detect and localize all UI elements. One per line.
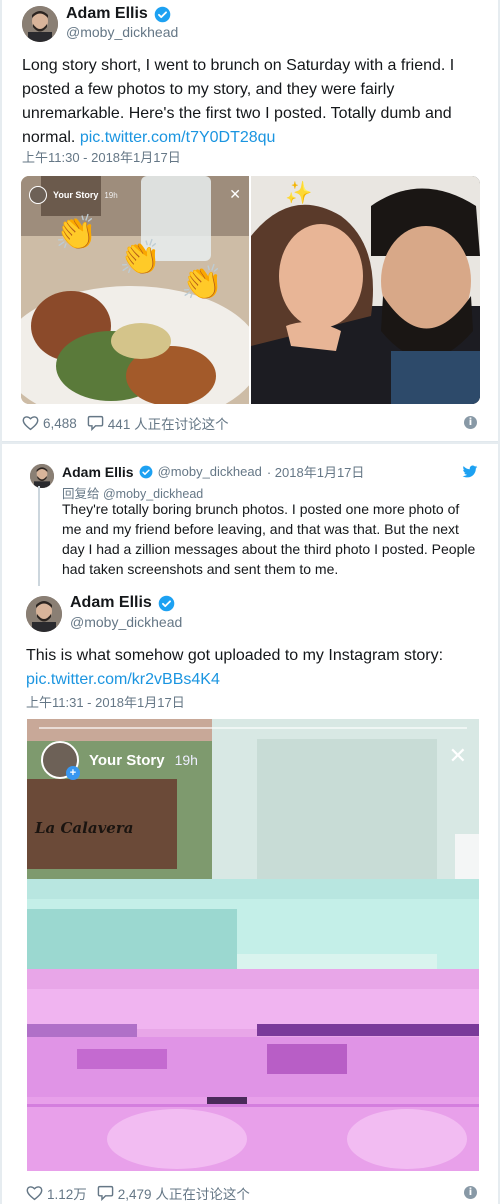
story-time: 19h <box>174 752 198 768</box>
sparkle-emoji: ✨ <box>285 180 313 205</box>
add-story-icon: + <box>66 766 80 780</box>
quoted-link[interactable]: pic.twitter.com/kr2vBBs4K4 <box>26 671 220 688</box>
verified-badge-icon <box>154 6 171 22</box>
like-button[interactable]: 1.12万 <box>26 1183 87 1203</box>
reply-text: They're totally boring brunch photos. I … <box>62 501 476 577</box>
quoted-author-handle[interactable]: @moby_dickhead <box>70 614 182 630</box>
tweet-timestamp[interactable]: 上午11:30 - 2018年1月17日 <box>22 147 181 166</box>
verified-badge-icon <box>139 465 153 478</box>
quoted-text: This is what somehow got uploaded to my … <box>26 644 480 692</box>
story-label: Your Story <box>53 190 99 200</box>
like-count: 6,488 <box>43 415 77 431</box>
speech-bubble-icon <box>97 1185 114 1201</box>
reply-author-handle[interactable]: @moby_dickhead <box>158 464 262 479</box>
like-button[interactable]: 6,488 <box>22 415 77 431</box>
author-name[interactable]: Adam Ellis <box>66 5 148 23</box>
avatar[interactable] <box>22 6 58 42</box>
verified-badge-icon <box>158 595 175 611</box>
sign-text: La Calavera <box>35 819 134 837</box>
selfie-photo[interactable]: ✨ <box>251 176 480 404</box>
brunch-photo[interactable]: Your Story 19h ✕ 👏 👏 👏 <box>21 176 249 404</box>
glitched-story-image[interactable]: + Your Story 19h ✕ La Calavera <box>27 719 479 1171</box>
selfie-image <box>251 176 480 404</box>
tweet-actions: 6,488 441 人正在讨论这个 <box>22 413 239 433</box>
reply-date[interactable]: · 2018年1月17日 <box>267 462 365 481</box>
reply-count: 441 人正在讨论这个 <box>107 417 229 432</box>
heart-icon <box>26 1186 43 1201</box>
info-icon[interactable]: i <box>464 416 477 429</box>
tweet-link[interactable]: pic.twitter.com/t7Y0DT28qu <box>80 129 276 146</box>
heart-icon <box>22 416 39 431</box>
quoted-body: This is what somehow got uploaded to my … <box>26 647 444 664</box>
photo-grid: Your Story 19h ✕ 👏 👏 👏 ✨ <box>21 176 480 404</box>
reply-button[interactable]: 2,479 人正在讨论这个 <box>97 1183 250 1203</box>
twitter-bird-icon[interactable] <box>462 465 478 479</box>
quoted-author-name[interactable]: Adam Ellis <box>70 594 152 612</box>
reply-avatar[interactable] <box>30 464 54 488</box>
quoted-avatar[interactable] <box>26 596 62 632</box>
story-label: Your Story <box>89 751 165 769</box>
speech-bubble-icon <box>87 415 104 431</box>
quoted-actions: 1.12万 2,479 人正在讨论这个 <box>26 1183 260 1203</box>
clap-emoji: 👏 <box>55 214 98 252</box>
story-avatar: + <box>41 741 80 780</box>
story-time: 19h <box>104 190 118 200</box>
info-icon[interactable]: i <box>464 1186 477 1199</box>
thread-line <box>38 486 40 586</box>
reply-button[interactable]: 441 人正在讨论这个 <box>87 413 229 433</box>
close-icon[interactable]: ✕ <box>229 186 241 203</box>
tweet-card-1: Adam Ellis @moby_dickhead Long story sho… <box>2 0 498 442</box>
close-icon[interactable]: ✕ <box>449 745 467 767</box>
author-handle[interactable]: @moby_dickhead <box>66 24 178 40</box>
tweet-text: Long story short, I went to brunch on Sa… <box>22 54 482 150</box>
reply-count: 2,479 人正在讨论这个 <box>117 1187 250 1202</box>
quoted-timestamp[interactable]: 上午11:31 - 2018年1月17日 <box>26 692 185 711</box>
clap-emoji: 👏 <box>181 264 224 302</box>
clap-emoji: 👏 <box>119 239 162 277</box>
reply-author-name[interactable]: Adam Ellis <box>62 464 134 480</box>
glitch-image <box>27 719 479 1171</box>
tweet-card-2: Adam Ellis @moby_dickhead · 2018年1月17日 回… <box>2 444 498 1204</box>
like-count: 1.12万 <box>47 1187 87 1202</box>
